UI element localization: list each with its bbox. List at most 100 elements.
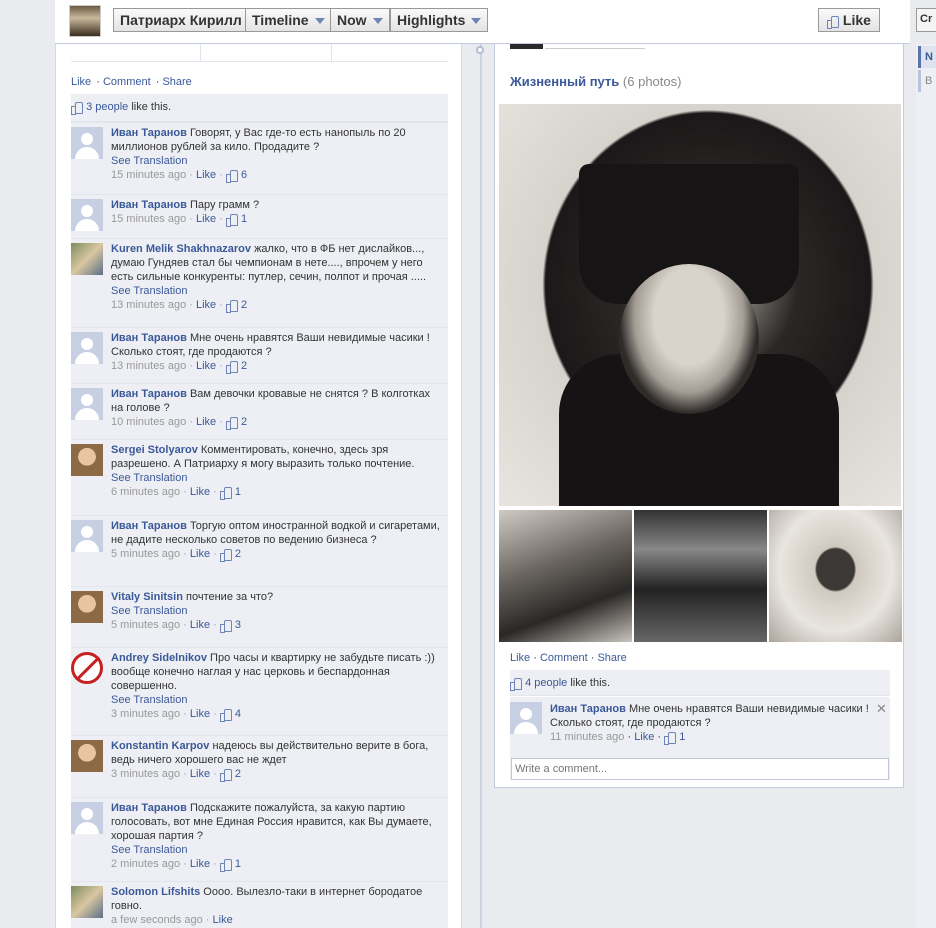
likers-link[interactable]: 3 people: [86, 101, 128, 113]
share-link[interactable]: Share: [597, 652, 626, 664]
comment-timestamp[interactable]: a few seconds ago: [111, 914, 203, 926]
commenter-name[interactable]: Иван Таранов: [111, 802, 187, 814]
album-title-link[interactable]: Жизненный путь: [510, 74, 619, 89]
right-sidebar-item-active[interactable]: N: [918, 46, 936, 68]
comment-like-count[interactable]: 2: [241, 416, 247, 428]
commenter-name[interactable]: Andrey Sidelnikov: [111, 652, 207, 664]
page-like-button[interactable]: Like: [818, 8, 880, 32]
commenter-name[interactable]: Иван Таранов: [111, 127, 187, 139]
album-main-photo[interactable]: [499, 104, 901, 506]
comment-like-link[interactable]: Like: [196, 299, 216, 311]
page-profile-picture[interactable]: [69, 5, 101, 37]
avatar[interactable]: [71, 199, 103, 231]
commenter-name[interactable]: Иван Таранов: [111, 520, 187, 532]
avatar[interactable]: [71, 520, 103, 552]
comment-like-count[interactable]: 2: [241, 360, 247, 372]
comment-like-link[interactable]: Like: [190, 858, 210, 870]
commenter-name[interactable]: Sergei Stolyarov: [111, 444, 198, 456]
timeline-dropdown[interactable]: Timeline: [245, 8, 332, 32]
comment-like-link[interactable]: Like: [190, 548, 210, 560]
avatar[interactable]: [71, 332, 103, 364]
comment-like-link[interactable]: Like: [213, 914, 233, 926]
avatar[interactable]: [71, 388, 103, 420]
close-icon[interactable]: ✕: [876, 701, 887, 717]
commenter-name[interactable]: Kuren Melik Shakhnazarov: [111, 243, 251, 255]
avatar[interactable]: [71, 243, 103, 275]
comment-like-count[interactable]: 1: [235, 486, 241, 498]
comment-timestamp[interactable]: 3 minutes ago: [111, 708, 180, 720]
comment-like-count[interactable]: 2: [241, 299, 247, 311]
comment-like-link[interactable]: Like: [196, 360, 216, 372]
see-translation-link[interactable]: See Translation: [111, 471, 441, 485]
page-name-button[interactable]: Патриарх Кирилл: [113, 8, 249, 32]
avatar[interactable]: [71, 591, 103, 623]
right-panel-button[interactable]: Cr: [916, 8, 936, 32]
comment-timestamp[interactable]: 2 minutes ago: [111, 858, 180, 870]
see-translation-link[interactable]: See Translation: [111, 604, 441, 618]
right-sidebar-item-label: N: [925, 51, 933, 63]
highlights-dropdown[interactable]: Highlights: [390, 8, 489, 32]
avatar[interactable]: [510, 702, 542, 734]
likers-link[interactable]: 4 people: [525, 677, 567, 689]
avatar[interactable]: [71, 444, 103, 476]
thumbs-up-icon: [225, 299, 238, 313]
comment-like-count[interactable]: 3: [235, 619, 241, 631]
comment-like-count[interactable]: 4: [235, 708, 241, 720]
comment-like-link[interactable]: Like: [190, 619, 210, 631]
comment-timestamp[interactable]: 13 minutes ago: [111, 360, 186, 372]
commenter-name[interactable]: Иван Таранов: [550, 703, 626, 715]
comment-like-link[interactable]: Like: [196, 213, 216, 225]
commenter-name[interactable]: Vitaly Sinitsin: [111, 591, 183, 603]
thumbs-up-icon: [219, 619, 232, 633]
right-sidebar-item[interactable]: B: [918, 70, 936, 92]
commenter-name[interactable]: Иван Таранов: [111, 199, 187, 211]
comment-like-count[interactable]: 6: [241, 169, 247, 181]
comment-link[interactable]: Comment: [103, 76, 151, 88]
comment-like-count[interactable]: 2: [235, 548, 241, 560]
see-translation-link[interactable]: See Translation: [111, 843, 441, 857]
comment-like-count[interactable]: 1: [235, 858, 241, 870]
like-link[interactable]: Like: [71, 76, 91, 88]
comment-link[interactable]: Comment: [540, 652, 588, 664]
comment-timestamp[interactable]: 5 minutes ago: [111, 548, 180, 560]
comment-like-link[interactable]: Like: [190, 708, 210, 720]
thumbs-up-icon: [510, 677, 522, 691]
comment-like-link[interactable]: Like: [190, 486, 210, 498]
avatar[interactable]: [71, 802, 103, 834]
comment-like-link[interactable]: Like: [190, 768, 210, 780]
comment-like-count[interactable]: 2: [235, 768, 241, 780]
now-dropdown[interactable]: Now: [330, 8, 390, 32]
comment-timestamp[interactable]: 11 minutes ago: [550, 731, 624, 743]
album-thumbnail-3[interactable]: [769, 510, 902, 642]
comment-like-count[interactable]: 1: [241, 213, 247, 225]
avatar[interactable]: [71, 127, 103, 159]
see-translation-link[interactable]: See Translation: [111, 693, 441, 707]
like-link[interactable]: Like: [510, 652, 530, 664]
avatar[interactable]: [71, 740, 103, 772]
share-link[interactable]: Share: [162, 76, 191, 88]
left-post-column: Like · Comment · Share 3 people like thi…: [55, 44, 462, 928]
album-thumbnail-2[interactable]: [634, 510, 767, 642]
commenter-name[interactable]: Иван Таранов: [111, 332, 187, 344]
comment-like-count[interactable]: 1: [679, 731, 685, 743]
comment-timestamp[interactable]: 10 minutes ago: [111, 416, 186, 428]
see-translation-link[interactable]: See Translation: [111, 154, 441, 168]
see-translation-link[interactable]: See Translation: [111, 284, 441, 298]
commenter-name[interactable]: Solomon Lifshits: [111, 886, 200, 898]
comment-like-link[interactable]: Like: [634, 731, 654, 743]
avatar[interactable]: [71, 886, 103, 918]
comment-timestamp[interactable]: 6 minutes ago: [111, 486, 180, 498]
comment-timestamp[interactable]: 15 minutes ago: [111, 169, 186, 181]
comment-timestamp[interactable]: 3 minutes ago: [111, 768, 180, 780]
comment-timestamp[interactable]: 13 minutes ago: [111, 299, 186, 311]
commenter-name[interactable]: Иван Таранов: [111, 388, 187, 400]
comment-like-link[interactable]: Like: [196, 416, 216, 428]
commenter-name[interactable]: Konstantin Karpov: [111, 740, 209, 752]
comment-like-link[interactable]: Like: [196, 169, 216, 181]
write-comment-input[interactable]: [511, 758, 889, 780]
comment-timestamp[interactable]: 15 minutes ago: [111, 213, 186, 225]
album-thumbnail-1[interactable]: [499, 510, 632, 642]
comment-timestamp[interactable]: 5 minutes ago: [111, 619, 180, 631]
avatar[interactable]: [71, 652, 103, 684]
photo-detail: [619, 264, 759, 414]
